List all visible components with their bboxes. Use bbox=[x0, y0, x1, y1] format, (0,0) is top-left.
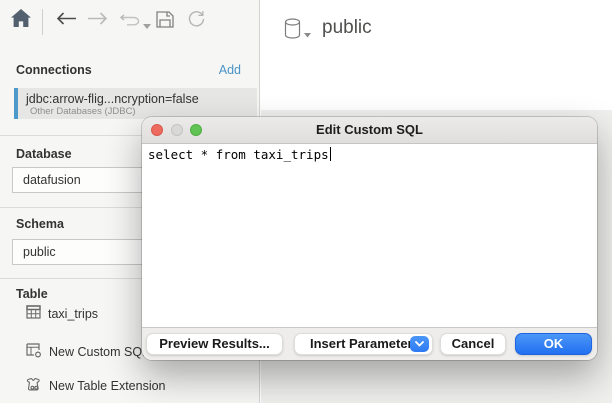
caret-down-icon[interactable] bbox=[304, 25, 311, 43]
schema-label: Schema bbox=[16, 217, 64, 231]
dialog-footer: Preview Results... Insert Parameter Canc… bbox=[142, 327, 597, 360]
cancel-button[interactable]: Cancel bbox=[440, 333, 506, 355]
toolbar-divider bbox=[42, 9, 43, 35]
connection-selected-bar bbox=[14, 88, 18, 119]
close-window-icon[interactable] bbox=[151, 124, 163, 136]
refresh-icon[interactable] bbox=[187, 10, 206, 33]
dialog-titlebar[interactable]: Edit Custom SQL bbox=[142, 117, 597, 144]
connection-name: jdbc:arrow-flig...ncryption=false bbox=[26, 92, 199, 106]
table-label: Table bbox=[16, 287, 48, 301]
table-extension-icon bbox=[26, 377, 42, 395]
datasource-title: public bbox=[322, 17, 372, 39]
minimize-window-icon[interactable] bbox=[171, 124, 183, 136]
insert-parameter-dropdown[interactable] bbox=[410, 336, 429, 352]
table-grid-icon bbox=[26, 305, 41, 322]
redo-caret-icon[interactable] bbox=[143, 17, 151, 35]
ok-button[interactable]: OK bbox=[515, 333, 592, 355]
new-table-extension-item[interactable]: New Table Extension bbox=[26, 377, 166, 395]
database-cylinder-icon[interactable] bbox=[284, 18, 301, 44]
text-cursor bbox=[330, 147, 331, 161]
connection-item[interactable]: jdbc:arrow-flig...ncryption=false Other … bbox=[14, 88, 257, 119]
new-custom-sql-label: New Custom SQL bbox=[49, 345, 149, 359]
edit-custom-sql-dialog: Edit Custom SQL select * from taxi_trips… bbox=[142, 117, 597, 360]
connections-heading: Connections bbox=[16, 63, 92, 77]
preview-results-button[interactable]: Preview Results... bbox=[146, 333, 283, 355]
sql-editor-input[interactable]: select * from taxi_trips bbox=[142, 144, 597, 328]
table-item-taxi-trips[interactable]: taxi_trips bbox=[26, 305, 98, 322]
table-item-label: taxi_trips bbox=[48, 307, 98, 321]
home-icon[interactable] bbox=[11, 9, 31, 32]
custom-sql-icon bbox=[26, 343, 42, 361]
sql-text: select * from taxi_trips bbox=[148, 147, 329, 162]
new-custom-sql-item[interactable]: New Custom SQL bbox=[26, 343, 149, 361]
new-table-extension-label: New Table Extension bbox=[49, 379, 166, 393]
back-arrow-icon[interactable] bbox=[56, 12, 77, 30]
database-label: Database bbox=[16, 147, 72, 161]
database-value: datafusion bbox=[23, 173, 81, 187]
dialog-title: Edit Custom SQL bbox=[142, 117, 597, 143]
insert-parameter-label: Insert Parameter bbox=[310, 336, 413, 351]
save-icon[interactable] bbox=[156, 11, 174, 33]
forward-arrow-icon[interactable] bbox=[87, 12, 108, 30]
app-window: Connections Add jdbc:arrow-flig...ncrypt… bbox=[0, 0, 612, 403]
zoom-window-icon[interactable] bbox=[190, 124, 202, 136]
connection-type: Other Databases (JDBC) bbox=[30, 106, 136, 117]
insert-parameter-button[interactable]: Insert Parameter bbox=[294, 333, 433, 355]
redo-icon[interactable] bbox=[116, 13, 140, 31]
add-connection-link[interactable]: Add bbox=[219, 63, 241, 77]
schema-value: public bbox=[23, 245, 56, 259]
